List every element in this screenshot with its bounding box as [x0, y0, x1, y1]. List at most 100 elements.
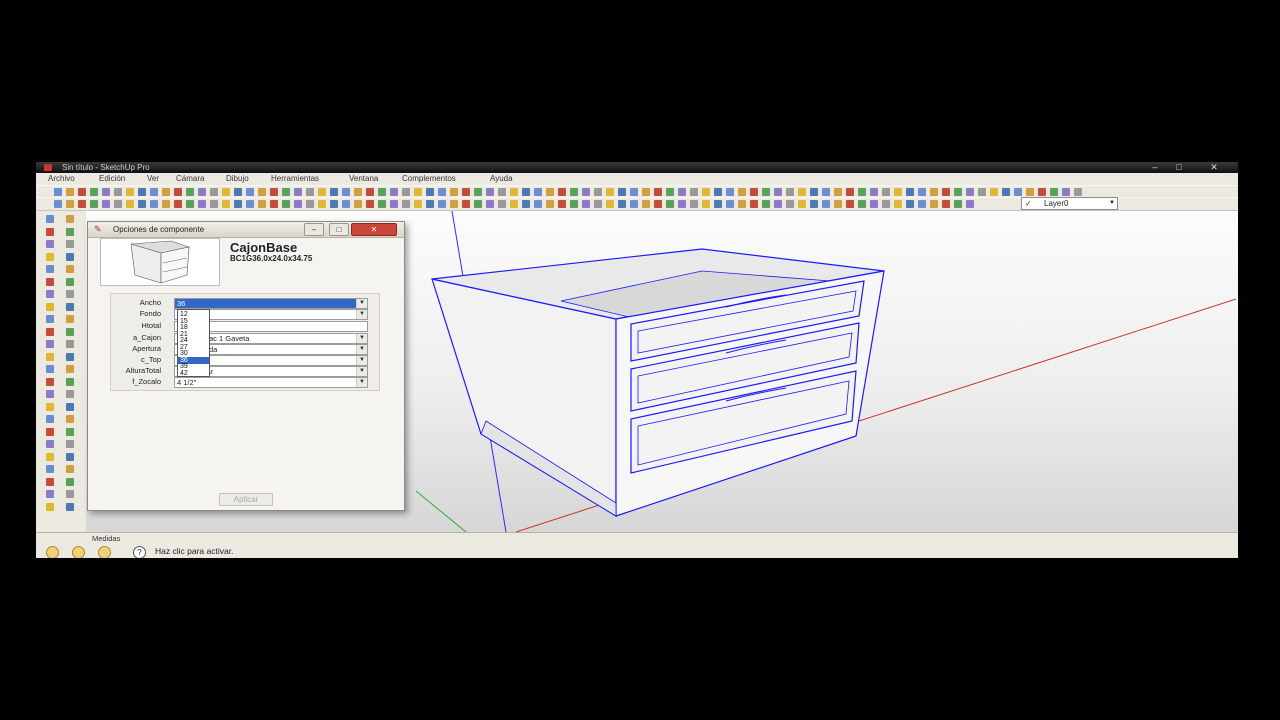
toolbar-tool-icon[interactable] — [810, 200, 818, 208]
drawing-tool-icon[interactable] — [46, 290, 54, 298]
toolbar-tool-icon[interactable] — [486, 200, 494, 208]
toolbar-tool-icon[interactable] — [330, 188, 338, 196]
toolbar-tool-icon[interactable] — [570, 188, 578, 196]
toolbar-tool-icon[interactable] — [1014, 188, 1022, 196]
drawing-tool-icon[interactable] — [46, 390, 54, 398]
toolbar-tool-icon[interactable] — [234, 188, 242, 196]
drawing-tool-icon[interactable] — [46, 240, 54, 248]
toolbar-tool-icon[interactable] — [726, 188, 734, 196]
drawing-tool-icon[interactable] — [66, 377, 74, 386]
user-icon[interactable] — [98, 546, 111, 558]
drawing-tool-icon[interactable] — [46, 452, 54, 461]
toolbar-tool-icon[interactable] — [906, 200, 914, 208]
toolbar-tool-icon[interactable] — [342, 200, 350, 208]
toolbar-tool-icon[interactable] — [174, 188, 182, 196]
toolbar-tool-icon[interactable] — [678, 200, 686, 208]
toolbar-tool-icon[interactable] — [846, 200, 854, 208]
chevron-down-icon[interactable]: ▼ — [356, 310, 367, 319]
toolbar-tool-icon[interactable] — [486, 188, 494, 196]
toolbar-tool-icon[interactable] — [558, 200, 566, 208]
toolbar-tool-icon[interactable] — [306, 188, 314, 196]
toolbar-tool-icon[interactable] — [1026, 188, 1034, 196]
drawing-tool-icon[interactable] — [46, 365, 54, 373]
toolbar-tool-icon[interactable] — [642, 188, 650, 196]
toolbar-tool-icon[interactable] — [378, 188, 386, 196]
toolbar-tool-icon[interactable] — [942, 200, 950, 208]
toolbar-tool-icon[interactable] — [54, 188, 62, 196]
drawing-tool-icon[interactable] — [46, 477, 54, 486]
toolbar-tool-icon[interactable] — [606, 200, 614, 208]
toolbar-tool-icon[interactable] — [738, 200, 746, 208]
toolbar-tool-icon[interactable] — [594, 200, 602, 208]
toolbar-tool-icon[interactable] — [894, 188, 902, 196]
toolbar-tool-icon[interactable] — [414, 188, 422, 196]
toolbar-tool-icon[interactable] — [138, 200, 146, 208]
toolbar-tool-icon[interactable] — [246, 188, 254, 196]
drawing-tool-icon[interactable] — [66, 465, 74, 473]
menu-ver[interactable]: Ver — [147, 173, 159, 185]
toolbar-tool-icon[interactable] — [198, 200, 206, 208]
toolbar-tool-icon[interactable] — [630, 200, 638, 208]
f-zocalo-select[interactable]: 4 1/2" ▼ — [174, 377, 368, 388]
toolbar-tool-icon[interactable] — [366, 200, 374, 208]
toolbar-tool-icon[interactable] — [1062, 188, 1070, 196]
toolbar-tool-icon[interactable] — [306, 200, 314, 208]
toolbar-tool-icon[interactable] — [918, 188, 926, 196]
toolbar-tool-icon[interactable] — [954, 188, 962, 196]
drawing-tool-icon[interactable] — [66, 277, 74, 286]
toolbar-tool-icon[interactable] — [882, 200, 890, 208]
toolbar-tool-icon[interactable] — [642, 200, 650, 208]
toolbar-tool-icon[interactable] — [534, 200, 542, 208]
drawing-tool-icon[interactable] — [46, 340, 54, 348]
toolbar-tool-icon[interactable] — [78, 200, 86, 208]
toolbar-tool-icon[interactable] — [54, 200, 62, 208]
chevron-down-icon[interactable]: ▼ — [1109, 198, 1115, 209]
menu-herramientas[interactable]: Herramientas — [271, 173, 319, 185]
chevron-down-icon[interactable]: ▼ — [356, 378, 367, 387]
drawing-tool-icon[interactable] — [66, 315, 74, 323]
toolbar-tool-icon[interactable] — [654, 188, 662, 196]
toolbar-tool-icon[interactable] — [450, 200, 458, 208]
apply-button[interactable]: Aplicar — [219, 493, 273, 506]
toolbar-tool-icon[interactable] — [282, 188, 290, 196]
toolbar-tool-icon[interactable] — [294, 200, 302, 208]
toolbar-tool-icon[interactable] — [822, 200, 830, 208]
toolbar-tool-icon[interactable] — [402, 188, 410, 196]
menu-camara[interactable]: Cámara — [176, 173, 204, 185]
toolbar-tool-icon[interactable] — [798, 188, 806, 196]
toolbar-tool-icon[interactable] — [870, 200, 878, 208]
credits-icon[interactable] — [72, 546, 85, 558]
drawing-tool-icon[interactable] — [66, 365, 74, 373]
toolbar-tool-icon[interactable] — [66, 200, 74, 208]
menu-ventana[interactable]: Ventana — [349, 173, 378, 185]
toolbar-tool-icon[interactable] — [474, 188, 482, 196]
toolbar-tool-icon[interactable] — [90, 200, 98, 208]
minimize-icon[interactable]: – — [1144, 162, 1166, 172]
drawing-tool-icon[interactable] — [66, 340, 74, 348]
toolbar-tool-icon[interactable] — [522, 200, 530, 208]
toolbar-tool-icon[interactable] — [438, 200, 446, 208]
toolbar-tool-icon[interactable] — [726, 200, 734, 208]
toolbar-tool-icon[interactable] — [222, 188, 230, 196]
drawing-tool-icon[interactable] — [46, 415, 54, 423]
toolbar-tool-icon[interactable] — [342, 188, 350, 196]
toolbar-tool-icon[interactable] — [666, 188, 674, 196]
drawing-tool-icon[interactable] — [46, 252, 54, 261]
drawing-tool-icon[interactable] — [66, 227, 74, 236]
toolbar-tool-icon[interactable] — [570, 200, 578, 208]
toolbar-tool-icon[interactable] — [258, 200, 266, 208]
drawing-tool-icon[interactable] — [66, 490, 74, 498]
drawing-tool-icon[interactable] — [46, 402, 54, 411]
toolbar-tool-icon[interactable] — [78, 188, 86, 196]
menu-archivo[interactable]: Archivo — [48, 173, 75, 185]
toolbar-tool-icon[interactable] — [498, 200, 506, 208]
toolbar-tool-icon[interactable] — [774, 188, 782, 196]
toolbar-tool-icon[interactable] — [498, 188, 506, 196]
drawing-tool-icon[interactable] — [66, 452, 74, 461]
toolbar-tool-icon[interactable] — [618, 188, 626, 196]
drawing-tool-icon[interactable] — [46, 327, 54, 336]
chevron-down-icon[interactable]: ▼ — [356, 334, 367, 343]
dropdown-option[interactable]: 42 — [178, 370, 209, 377]
dialog-close-button[interactable]: ✕ — [351, 223, 397, 236]
drawing-tool-icon[interactable] — [46, 465, 54, 473]
